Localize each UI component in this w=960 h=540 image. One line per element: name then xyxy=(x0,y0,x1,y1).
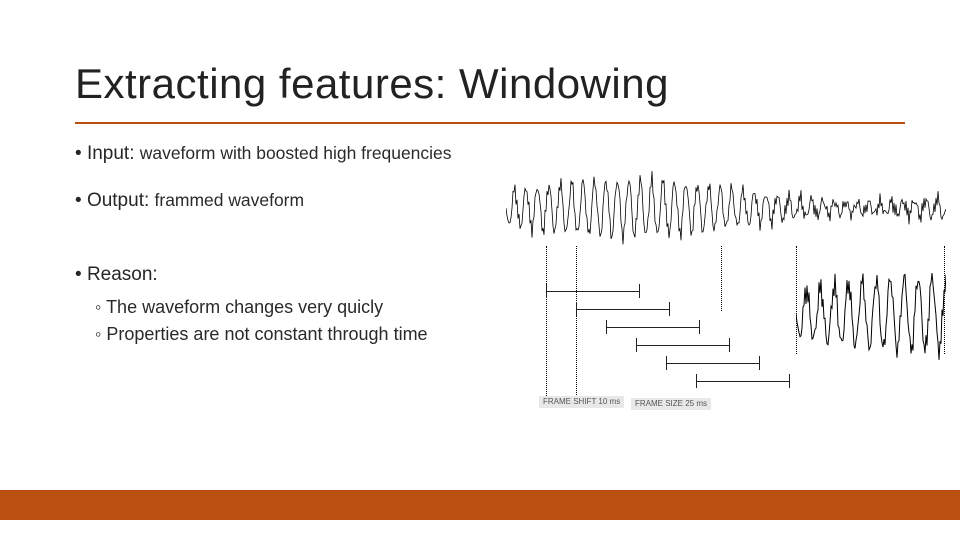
frame-size-label: FRAME SIZE 25 ms xyxy=(631,398,711,410)
input-line: Input: waveform with boosted high freque… xyxy=(75,140,515,169)
title-underline xyxy=(75,122,905,124)
reason-sublist: The waveform changes very quicly Propert… xyxy=(75,294,515,348)
slide-title: Extracting features: Windowing xyxy=(75,60,669,108)
footer-bar xyxy=(0,490,960,520)
windowing-figure: FRAME SHIFT 10 ms FRAME SIZE 25 ms xyxy=(506,168,946,448)
waveform-long-icon xyxy=(506,168,946,248)
output-line: Output: frammed waveform xyxy=(75,187,515,216)
frame-shift-label: FRAME SHIFT 10 ms xyxy=(539,396,624,408)
reason-item: Properties are not constant through time xyxy=(95,321,515,348)
dotted-line xyxy=(546,246,547,396)
frame-marker xyxy=(606,320,700,334)
output-label: Output: xyxy=(87,190,149,211)
input-label: Input: xyxy=(87,143,135,164)
input-text: waveform with boosted high frequencies xyxy=(140,143,452,163)
reason-item: The waveform changes very quicly xyxy=(95,294,515,321)
waveform-zoom-icon xyxy=(796,264,946,364)
frame-marker xyxy=(546,284,640,298)
dotted-line xyxy=(721,246,722,311)
dotted-line xyxy=(576,246,577,401)
output-text: frammed waveform xyxy=(155,190,305,210)
reason-label: Reason: xyxy=(87,264,158,285)
slide: Extracting features: Windowing Input: wa… xyxy=(0,0,960,540)
frame-marker xyxy=(666,356,760,370)
frame-marker xyxy=(576,302,670,316)
frame-marker xyxy=(696,374,790,388)
dotted-line xyxy=(944,246,945,354)
content-area: Input: waveform with boosted high freque… xyxy=(75,140,515,366)
frame-marker xyxy=(636,338,730,352)
reason-block: Reason: The waveform changes very quicly… xyxy=(75,261,515,348)
dotted-line xyxy=(796,246,797,354)
